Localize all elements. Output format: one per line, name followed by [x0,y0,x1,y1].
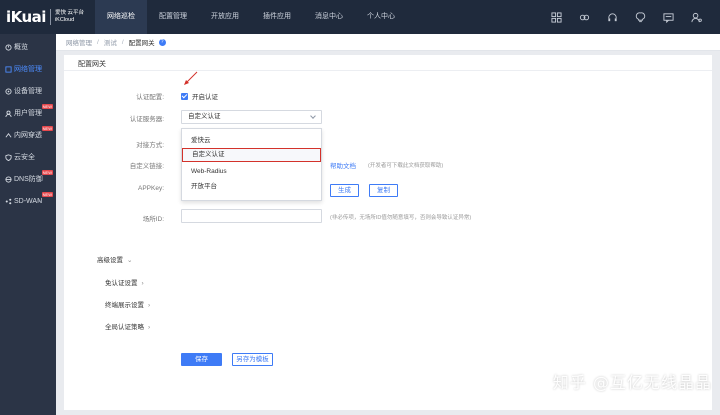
adv-global-policy[interactable]: 全局认证策略 › [105,321,150,331]
help-doc-link[interactable]: 帮助文档 [330,160,356,170]
scene-hint: (非必传项，无场所ID值勿随意填写，否则会导致认证异常) [330,215,472,221]
adv-item-label: 全局认证策略 [105,324,144,331]
bulb-icon[interactable] [626,0,654,34]
dock-method-label: 对接方式: [136,142,164,149]
adv-terminal-display[interactable]: 终端展示设置 › [105,299,150,309]
watermark: 知乎 @互亿无线晶晶 [552,373,712,392]
topnav-network-inspect[interactable]: 网络巡检 [95,0,147,34]
help-icon[interactable]: ? [158,38,166,46]
link-icon[interactable] [570,0,598,34]
config-panel: 配置网关 认证配置: 开启认证 认证服务器: 自定义认证 对接方式: 自定义链接… [64,55,712,410]
breadcrumb: 网络管理 / 测试 / 配置网关 ? [56,34,720,51]
breadcrumb-test[interactable]: 测试 [104,37,117,47]
top-bar: iKuai 爱快 云平台 iKCloud 网络巡检 配置管理 开放应用 插件应用… [0,0,720,34]
auth-server-label: 认证服务器: [129,116,164,123]
sidebar-item-cloud-security[interactable]: 云安全 [0,146,56,168]
chevron-down-icon [310,113,316,119]
logo-divider [49,9,51,25]
top-nav: 网络巡检 配置管理 开放应用 插件应用 消息中心 个人中心 [95,0,407,34]
topnav-plugins[interactable]: 插件应用 [251,0,303,34]
sidebar-item-label: 概览 [14,44,28,51]
headset-icon[interactable] [598,0,626,34]
new-badge: NEW [41,170,53,175]
custom-link-label: 自定义链接: [129,163,164,170]
sidebar-item-label: 内网穿透 [14,132,42,139]
chevron-down-icon: ⌄ [36,88,42,94]
auth-server-value: 自定义认证 [188,113,221,120]
new-badge: NEW [41,104,53,109]
save-button[interactable]: 保存 [181,353,222,366]
sidebar-item-label: DNS防御 [14,176,43,183]
new-badge: NEW [41,192,53,197]
topnav-open-apps[interactable]: 开放应用 [199,0,251,34]
chevron-right-icon: › [148,324,151,331]
chevron-right-icon: › [148,302,151,309]
page-title: 配置网关 [78,61,106,68]
chevron-down-icon: ⌄ [36,198,42,204]
sidebar-item-dns[interactable]: DNS防御 NEW [0,168,56,190]
advanced-settings-label: 高级设置 [97,257,123,264]
logo-sub-cn: 爱快 云平台 [54,10,84,16]
sidebar-item-user[interactable]: 用户管理 NEW [0,102,56,124]
sdwan-icon [4,197,12,205]
breadcrumb-sep: / [97,38,99,46]
topnav-config-manage[interactable]: 配置管理 [147,0,199,34]
logo-subtitle: 爱快 云平台 iKCloud [55,10,84,24]
chevron-down-icon: ⌄ [127,257,133,264]
auth-server-dropdown: 爱快云 自定义认证 Web-Radius 开放平台 [181,128,322,201]
checkbox-checked-icon [181,92,188,100]
option-custom-auth[interactable]: 自定义认证 [182,148,321,162]
device-icon [4,87,12,95]
sidebar-item-label: 用户管理 [14,110,42,117]
scene-id-input[interactable] [181,209,322,223]
appkey-label: APPKey: [137,185,164,192]
shield-icon [4,153,12,161]
sidebar-item-device[interactable]: 设备管理 ⌄ [0,80,56,102]
network-icon [4,65,12,73]
tunnel-icon [4,131,12,139]
adv-item-label: 终端展示设置 [105,302,144,309]
option-web-radius[interactable]: Web-Radius [182,165,321,179]
advanced-settings-toggle[interactable]: 高级设置 ⌄ [97,254,132,264]
help-hint: (开发者可下载此文档获取帮助) [368,163,444,169]
sidebar: 概览 网络管理 设备管理 ⌄ 用户管理 NEW 内网穿透 NEW 云安全 DNS… [0,34,56,415]
divider [64,70,712,71]
copy-button[interactable]: 复制 [369,184,398,197]
sidebar-item-label: 网络管理 [14,66,42,73]
logo[interactable]: iKuai 爱快 云平台 iKCloud [6,7,84,27]
generate-button[interactable]: 生成 [330,184,359,197]
top-icons [542,0,710,34]
logo-sub-en: iKCloud [54,17,75,23]
dns-icon [4,175,12,183]
enable-auth-label: 开启认证 [192,94,218,101]
new-badge: NEW [41,126,53,131]
chevron-right-icon: › [141,280,144,287]
user-icon [4,109,12,117]
sidebar-item-overview[interactable]: 概览 [0,36,56,58]
red-arrow-icon [184,71,198,85]
sidebar-item-tunnel[interactable]: 内网穿透 NEW [0,124,56,146]
auth-config-label: 认证配置: [136,94,164,101]
sidebar-item-label: 云安全 [14,154,35,161]
adv-free-auth[interactable]: 免认证设置 › [105,277,144,287]
option-ikuai-cloud[interactable]: 爱快云 [182,134,321,148]
auth-server-select[interactable]: 自定义认证 [181,110,322,124]
sidebar-item-network[interactable]: 网络管理 [0,58,56,80]
topnav-messages[interactable]: 消息中心 [303,0,355,34]
enable-auth-checkbox[interactable]: 开启认证 [181,91,218,101]
topnav-personal[interactable]: 个人中心 [355,0,407,34]
save-as-template-button[interactable]: 另存为模板 [232,353,273,366]
user-settings-icon[interactable] [682,0,710,34]
breadcrumb-network[interactable]: 网络管理 [66,37,92,47]
overview-icon [4,43,12,51]
scene-id-label: 场所ID: [142,216,164,223]
grid-icon[interactable] [542,0,570,34]
sidebar-item-sdwan[interactable]: SD-WAN NEW ⌄ [0,190,56,212]
message-icon[interactable] [654,0,682,34]
breadcrumb-sep: / [121,38,124,46]
option-open-platform[interactable]: 开放平台 [182,180,321,194]
logo-text: iKuai [6,8,46,26]
adv-item-label: 免认证设置 [105,280,138,287]
breadcrumb-current: 配置网关 [128,40,155,47]
